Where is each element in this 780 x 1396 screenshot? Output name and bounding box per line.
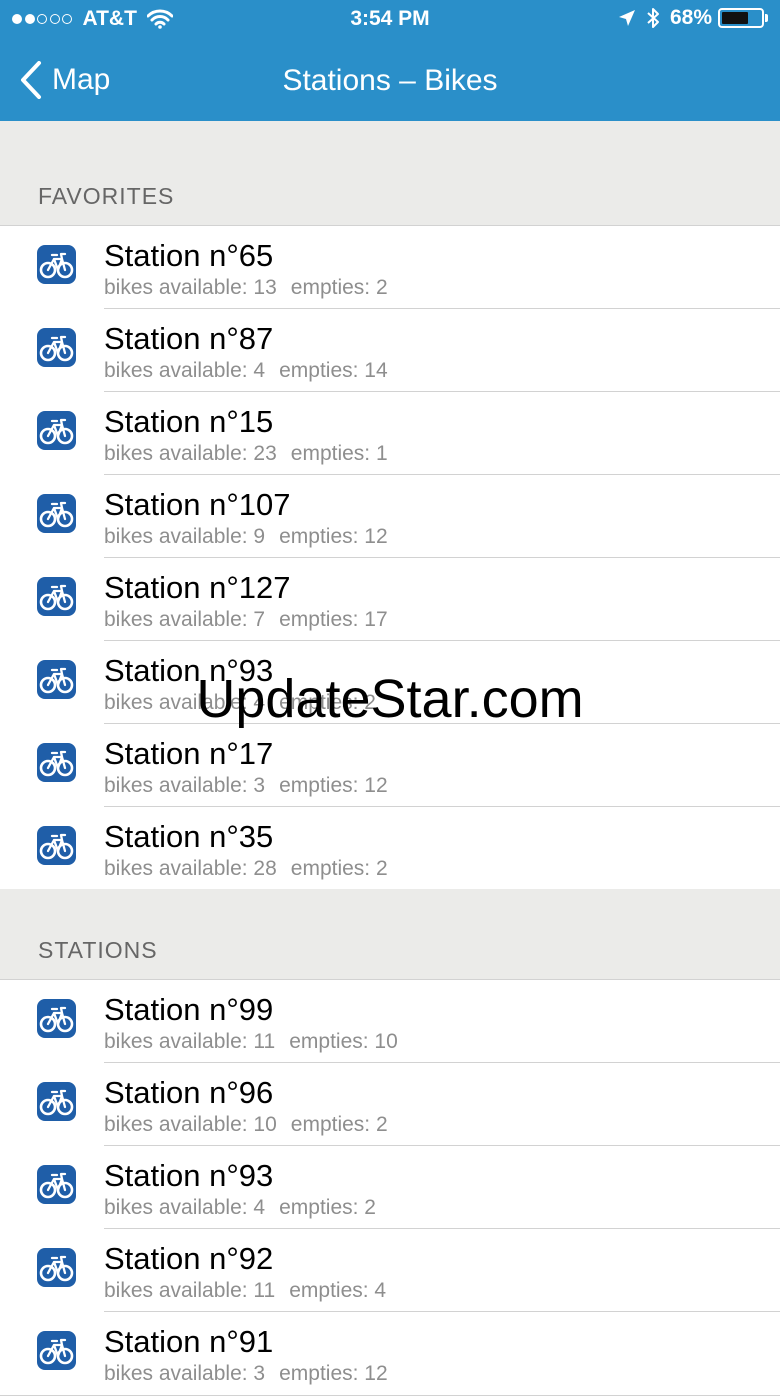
empties-count: empties: 4 [289,1279,387,1302]
station-row[interactable]: Station n°15 bikes available: 23 empties: … [0,392,780,475]
bikes-available: bikes available: 11 [104,1030,276,1053]
status-bar: AT&T 3:54 PM 68% [0,0,780,40]
empties-count: empties: 14 [279,359,388,382]
bike-icon [37,494,76,533]
station-name: Station n°107 [104,487,291,522]
empties-count: empties: 2 [290,1113,388,1136]
station-name: Station n°92 [104,1241,274,1276]
bike-icon [37,660,76,699]
station-availability: bikes available: 10 empties: 2 [104,1113,388,1137]
bikes-available: bikes available: 9 [104,525,266,548]
bike-icon [37,245,76,284]
empties-count: empties: 12 [279,1362,388,1385]
station-name: Station n°15 [104,404,274,439]
bikes-available: bikes available: 7 [104,608,266,631]
bikes-available: bikes available: 11 [104,1279,276,1302]
bikes-available: bikes available: 3 [104,774,266,797]
station-name: Station n°91 [104,1324,274,1359]
station-row[interactable]: Station n°127 bikes available: 7 empties: … [0,558,780,641]
bluetooth-icon [646,7,660,29]
station-name: Station n°99 [104,992,274,1027]
empties-count: empties: 2 [290,276,388,299]
bike-icon [37,577,76,616]
station-row[interactable]: Station n°93 bikes available: 4 empties: 2 [0,1146,780,1229]
empties-count: empties: 10 [289,1030,398,1053]
station-row[interactable]: Station n°92 bikes available: 11 empties: … [0,1229,780,1312]
station-row[interactable]: Station n°93 bikes available: 4 empties: 2 [0,641,780,724]
empties-count: empties: 12 [279,774,388,797]
bike-icon [37,826,76,865]
page-title: Stations – Bikes [282,64,498,97]
bikes-available: bikes available: 10 [104,1113,277,1136]
bike-icon [37,743,76,782]
battery-percent: 68% [669,6,712,29]
favorites-list: Station n°65 bikes available: 13 empties: … [0,225,780,891]
empties-count: empties: 2 [279,1196,376,1219]
section-header-stations: STATIONS [0,889,780,979]
bikes-available: bikes available: 4 [104,359,266,382]
bike-icon [37,1082,76,1121]
bike-icon [37,411,76,450]
bike-icon [37,328,76,367]
navigation-bar: Map Stations – Bikes [0,40,780,121]
bike-icon [37,1331,76,1370]
station-availability: bikes available: 11 empties: 4 [104,1279,386,1303]
empties-count: empties: 1 [290,442,388,465]
station-availability: bikes available: 4 empties: 2 [104,1196,376,1220]
bikes-available: bikes available: 4 [104,691,266,714]
bikes-available: bikes available: 13 [104,276,277,299]
station-availability: bikes available: 4 empties: 2 [104,691,376,715]
station-availability: bikes available: 13 empties: 2 [104,276,388,300]
top-bar: AT&T 3:54 PM 68% Map Stations – Bikes [0,0,780,121]
empties-count: empties: 17 [279,608,388,631]
station-row[interactable]: Station n°87 bikes available: 4 empties: 1… [0,309,780,392]
station-row[interactable]: Station n°107 bikes available: 9 empties: … [0,475,780,558]
empties-count: empties: 2 [279,691,376,714]
empties-count: empties: 12 [279,525,388,548]
station-name: Station n°127 [104,570,291,605]
empties-count: empties: 2 [290,857,388,880]
station-row[interactable]: Station n°99 bikes available: 11 empties: … [0,980,780,1063]
station-name: Station n°87 [104,321,274,356]
station-name: Station n°65 [104,238,274,273]
bikes-available: bikes available: 4 [104,1196,266,1219]
section-header-label: FAVORITES [38,183,175,209]
station-name: Station n°96 [104,1075,274,1110]
battery-icon [718,8,764,28]
station-availability: bikes available: 7 empties: 17 [104,608,388,632]
station-row[interactable]: Station n°65 bikes available: 13 empties: … [0,226,780,309]
station-availability: bikes available: 28 empties: 2 [104,857,388,881]
station-availability: bikes available: 3 empties: 12 [104,1362,388,1386]
section-header-label: STATIONS [38,937,158,963]
bike-icon [37,999,76,1038]
station-availability: bikes available: 11 empties: 10 [104,1030,398,1054]
station-row[interactable]: Station n°96 bikes available: 10 empties: … [0,1063,780,1146]
bikes-available: bikes available: 3 [104,1362,266,1385]
station-availability: bikes available: 9 empties: 12 [104,525,388,549]
bikes-available: bikes available: 23 [104,442,277,465]
bikes-available: bikes available: 28 [104,857,277,880]
station-availability: bikes available: 23 empties: 1 [104,442,388,466]
station-availability: bikes available: 3 empties: 12 [104,774,388,798]
bike-icon [37,1165,76,1204]
station-name: Station n°35 [104,819,274,854]
station-name: Station n°93 [104,1158,274,1193]
station-row[interactable]: Station n°35 bikes available: 28 empties: … [0,807,780,890]
station-name: Station n°17 [104,736,274,771]
station-name: Station n°93 [104,653,274,688]
location-arrow-icon [618,9,636,27]
station-availability: bikes available: 4 empties: 14 [104,359,388,383]
bike-icon [37,1248,76,1287]
station-row[interactable]: Station n°91 bikes available: 3 empties: 1… [0,1312,780,1395]
section-header-favorites: FAVORITES [0,121,780,225]
stations-list: Station n°99 bikes available: 11 empties: … [0,979,780,1396]
station-row[interactable]: Station n°17 bikes available: 3 empties: 1… [0,724,780,807]
